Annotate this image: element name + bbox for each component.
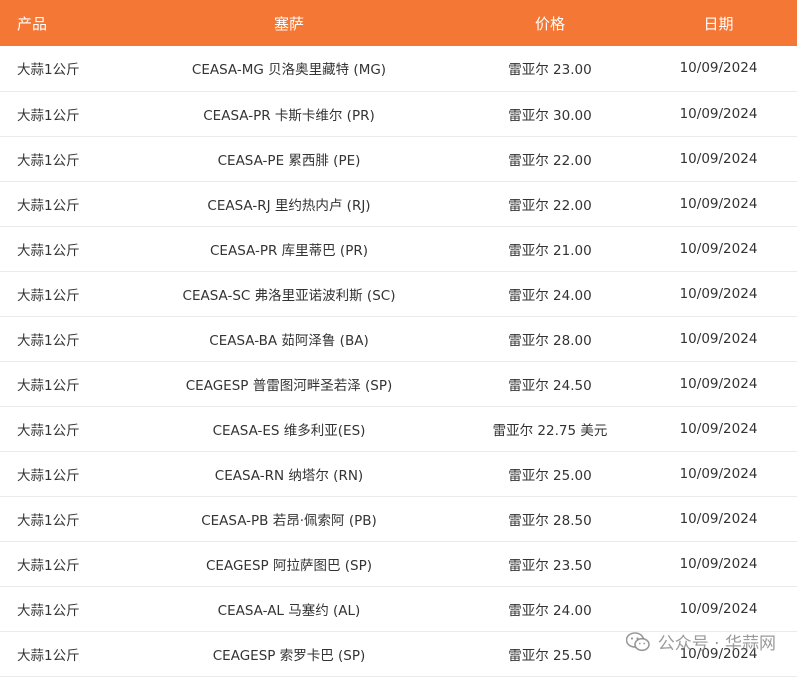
cell-product: 大蒜1公斤 (17, 422, 80, 439)
cell-ceasa: CEASA-PR 卡斯卡维尔 (PR) (203, 107, 375, 124)
header-row: 产品 塞萨 价格 日期 (0, 0, 797, 46)
cell-ceasa: CEAGESP 阿拉萨图巴 (SP) (206, 557, 372, 574)
cell-ceasa: CEASA-AL 马塞约 (AL) (217, 602, 361, 619)
cell-date: 10/09/2024 (679, 555, 758, 572)
cell-date: 10/09/2024 (679, 465, 758, 482)
price-table: 产品 塞萨 价格 日期 大蒜1公斤 CEASA-MG 贝洛奥里藏特 (MG) 雷亚尔… (0, 0, 797, 677)
table-row[interactable]: 大蒜1公斤 CEASA-ES 维多利亚(ES) 雷亚尔 22.75 美元 10/09/… (0, 406, 797, 451)
cell-price: 雷亚尔 24.50 (508, 377, 592, 394)
table-body: 大蒜1公斤 CEASA-MG 贝洛奥里藏特 (MG) 雷亚尔 23.00 10/09/… (0, 46, 797, 676)
table-row[interactable]: 大蒜1公斤 CEASA-PR 库里蒂巴 (PR) 雷亚尔 21.00 10/09/20… (0, 226, 797, 271)
cell-date: 10/09/2024 (679, 600, 758, 617)
table-header: 产品 塞萨 价格 日期 (0, 0, 797, 46)
table-row[interactable]: 大蒜1公斤 CEAGESP 阿拉萨图巴 (SP) 雷亚尔 23.50 10/09/20… (0, 541, 797, 586)
cell-date: 10/09/2024 (679, 105, 758, 122)
cell-price: 雷亚尔 22.75 美元 (492, 422, 608, 439)
cell-product: 大蒜1公斤 (17, 467, 80, 484)
cell-date: 10/09/2024 (679, 420, 758, 437)
cell-product: 大蒜1公斤 (17, 62, 80, 79)
cell-ceasa: CEASA-RJ 里约热内卢 (RJ) (207, 197, 371, 214)
cell-ceasa: CEASA-PR 库里蒂巴 (PR) (210, 242, 368, 259)
cell-product: 大蒜1公斤 (17, 197, 80, 214)
cell-product: 大蒜1公斤 (17, 557, 80, 574)
table-row[interactable]: 大蒜1公斤 CEAGESP 索罗卡巴 (SP) 雷亚尔 25.50 10/09/202… (0, 631, 797, 676)
cell-product: 大蒜1公斤 (17, 287, 80, 304)
table-row[interactable]: 大蒜1公斤 CEASA-BA 茹阿泽鲁 (BA) 雷亚尔 28.00 10/09/20… (0, 316, 797, 361)
cell-ceasa: CEAGESP 普雷图河畔圣若泽 (SP) (185, 377, 393, 394)
cell-date: 10/09/2024 (679, 330, 758, 347)
cell-price: 雷亚尔 23.50 (508, 557, 592, 574)
header-price[interactable]: 价格 (460, 0, 640, 46)
cell-product: 大蒜1公斤 (17, 242, 80, 259)
cell-date: 10/09/2024 (679, 150, 758, 167)
header-ceasa[interactable]: 塞萨 (118, 0, 460, 46)
cell-product: 大蒜1公斤 (17, 332, 80, 349)
table-row[interactable]: 大蒜1公斤 CEASA-PB 若昂·佩索阿 (PB) 雷亚尔 28.50 10/09/… (0, 496, 797, 541)
cell-price: 雷亚尔 21.00 (508, 242, 592, 259)
cell-product: 大蒜1公斤 (17, 602, 80, 619)
cell-ceasa: CEAGESP 索罗卡巴 (SP) (212, 647, 366, 664)
table-row[interactable]: 大蒜1公斤 CEASA-MG 贝洛奥里藏特 (MG) 雷亚尔 23.00 10/09/… (0, 46, 797, 91)
cell-product: 大蒜1公斤 (17, 647, 80, 664)
table-row[interactable]: 大蒜1公斤 CEASA-RN 纳塔尔 (RN) 雷亚尔 25.00 10/09/202… (0, 451, 797, 496)
table-row[interactable]: 大蒜1公斤 CEAGESP 普雷图河畔圣若泽 (SP) 雷亚尔 24.50 10/09… (0, 361, 797, 406)
cell-price: 雷亚尔 22.00 (508, 197, 592, 214)
cell-product: 大蒜1公斤 (17, 152, 80, 169)
cell-price: 雷亚尔 24.00 (508, 287, 592, 304)
cell-ceasa: CEASA-BA 茹阿泽鲁 (BA) (209, 332, 369, 349)
table-row[interactable]: 大蒜1公斤 CEASA-PR 卡斯卡维尔 (PR) 雷亚尔 30.00 10/09/2… (0, 91, 797, 136)
table-row[interactable]: 大蒜1公斤 CEASA-SC 弗洛里亚诺波利斯 (SC) 雷亚尔 24.00 10/0… (0, 271, 797, 316)
cell-date: 10/09/2024 (679, 510, 758, 527)
cell-price: 雷亚尔 28.00 (508, 332, 592, 349)
cell-date: 10/09/2024 (679, 375, 758, 392)
cell-ceasa: CEASA-MG 贝洛奥里藏特 (MG) (191, 62, 387, 79)
cell-product: 大蒜1公斤 (17, 512, 80, 529)
cell-price: 雷亚尔 30.00 (508, 107, 592, 124)
cell-product: 大蒜1公斤 (17, 377, 80, 394)
cell-date: 10/09/2024 (679, 60, 758, 77)
cell-price: 雷亚尔 25.50 (508, 647, 592, 664)
cell-price: 雷亚尔 28.50 (508, 512, 592, 529)
cell-price: 雷亚尔 25.00 (508, 467, 592, 484)
cell-ceasa: CEASA-SC 弗洛里亚诺波利斯 (SC) (182, 287, 396, 304)
cell-price: 雷亚尔 22.00 (508, 152, 592, 169)
cell-date: 10/09/2024 (679, 645, 758, 662)
cell-date: 10/09/2024 (679, 195, 758, 212)
cell-product: 大蒜1公斤 (17, 107, 80, 124)
cell-ceasa: CEASA-ES 维多利亚(ES) (212, 422, 366, 439)
table-row[interactable]: 大蒜1公斤 CEASA-AL 马塞约 (AL) 雷亚尔 24.00 10/09/202… (0, 586, 797, 631)
cell-ceasa: CEASA-RN 纳塔尔 (RN) (214, 467, 364, 484)
cell-date: 10/09/2024 (679, 285, 758, 302)
cell-price: 雷亚尔 23.00 (508, 62, 592, 79)
header-product[interactable]: 产品 (0, 0, 118, 46)
cell-date: 10/09/2024 (679, 240, 758, 257)
cell-ceasa: CEASA-PE 累西腓 (PE) (217, 152, 361, 169)
table-row[interactable]: 大蒜1公斤 CEASA-RJ 里约热内卢 (RJ) 雷亚尔 22.00 10/09/2… (0, 181, 797, 226)
cell-price: 雷亚尔 24.00 (508, 602, 592, 619)
header-date[interactable]: 日期 (640, 0, 797, 46)
cell-ceasa: CEASA-PB 若昂·佩索阿 (PB) (201, 512, 377, 529)
table-row[interactable]: 大蒜1公斤 CEASA-PE 累西腓 (PE) 雷亚尔 22.00 10/09/202… (0, 136, 797, 181)
